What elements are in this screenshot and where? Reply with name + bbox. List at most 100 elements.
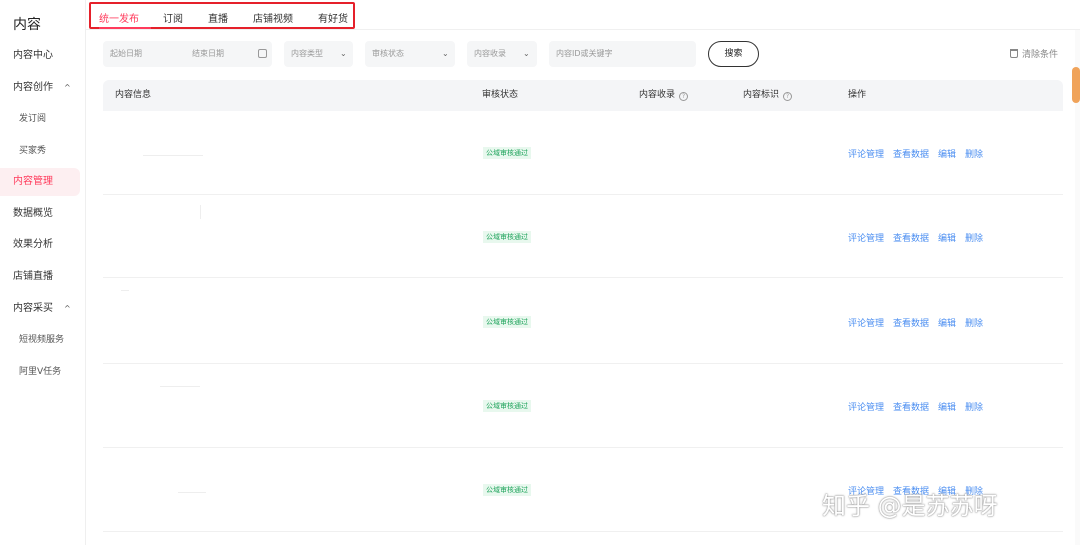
view-data-link[interactable]: 查看数据 [893,319,929,329]
column-label: 内容标识 [743,90,780,100]
sidebar-item-publish-subscription[interactable]: 发订阅 [0,105,80,133]
content-preview [143,155,203,156]
row-actions: 评论管理 查看数据 编辑 删除 [848,231,992,244]
review-status-select[interactable]: 审核状态 ⌄ [365,41,455,67]
content-collect-value: 内容收录 [474,49,506,58]
content-preview [160,386,200,387]
edit-link[interactable]: 编辑 [938,403,956,413]
edit-link[interactable]: 编辑 [938,319,956,329]
sidebar-item-effect-analysis[interactable]: 效果分析 [0,231,80,259]
column-content-collect: 内容收录? [639,80,689,111]
scrollbar-thumb[interactable] [1072,67,1080,103]
clear-filters-button[interactable]: 清除条件 [1010,47,1058,60]
sidebar-item-label: 阿里V任务 [19,367,62,377]
search-button[interactable]: 搜索 [708,41,759,67]
sidebar-item-label: 短视频服务 [19,335,65,345]
chevron-down-icon: ⌄ [340,49,347,58]
sidebar-item-store-live[interactable]: 店铺直播 [0,263,80,291]
status-badge: 公域审核通过 [483,400,531,412]
sidebar-item-content-creation[interactable]: 内容创作 ^ [0,74,80,102]
content-type-select[interactable]: 内容类型 ⌄ [284,41,353,67]
status-badge: 公域审核通过 [483,316,531,328]
sidebar-item-label: 买家秀 [19,146,47,156]
comment-manage-link[interactable]: 评论管理 [848,150,884,160]
date-range-picker[interactable]: 起始日期 结束日期 [103,41,272,67]
question-icon[interactable]: ? [679,92,689,101]
sidebar-item-label: 内容采买 [13,303,53,314]
tab-good-goods[interactable]: 有好货 [318,10,348,25]
tabs-divider [86,29,1080,30]
tab-live[interactable]: 直播 [208,10,228,25]
table-row: 公域审核通过 评论管理 查看数据 编辑 删除 [103,195,1063,278]
status-badge: 公域审核通过 [483,231,531,243]
scrollbar-track[interactable] [1075,30,1080,545]
clear-filters-label: 清除条件 [1022,50,1059,60]
app: 内容 内容中心 内容创作 ^ 发订阅 买家秀 内容管理 数据概览 效果分析 店铺… [0,0,1080,545]
comment-manage-link[interactable]: 评论管理 [848,403,884,413]
content-type-value: 内容类型 [291,49,323,58]
status-badge: 公域审核通过 [483,147,531,159]
tab-unified-publish[interactable]: 统一发布 [99,10,139,25]
end-date-field[interactable]: 结束日期 [192,41,224,67]
content-collect-select[interactable]: 内容收录 ⌄ [467,41,537,67]
sidebar-item-buyer-show[interactable]: 买家秀 [0,137,80,165]
question-icon[interactable]: ? [783,92,793,101]
active-tab-indicator [99,27,151,29]
edit-link[interactable]: 编辑 [938,234,956,244]
sidebar-item-label: 效果分析 [13,239,53,250]
edit-link[interactable]: 编辑 [938,150,956,160]
column-actions: 操作 [848,90,867,100]
view-data-link[interactable]: 查看数据 [893,403,929,413]
row-actions: 评论管理 查看数据 编辑 删除 [848,316,992,329]
comment-manage-link[interactable]: 评论管理 [848,319,884,329]
sidebar-item-content-management[interactable]: 内容管理 [0,168,80,196]
table-header: 内容信息 审核状态 内容收录? 内容标识? 操作 [103,80,1063,111]
sidebar-item-label: 内容管理 [13,176,53,187]
delete-link[interactable]: 删除 [965,403,983,413]
content-preview [200,205,201,219]
delete-link[interactable]: 删除 [965,319,983,329]
sidebar-item-content-purchase[interactable]: 内容采买 ^ [0,295,80,323]
chevron-down-icon: ⌄ [442,49,449,58]
watermark: 知乎 @是苏苏呀 [822,492,998,520]
tab-subscription[interactable]: 订阅 [163,10,183,25]
search-placeholder: 内容ID或关键字 [556,49,613,58]
table-row: 公域审核通过 评论管理 查看数据 编辑 删除 [103,111,1063,195]
sidebar-item-label: 店铺直播 [13,271,53,282]
column-content-mark: 内容标识? [743,80,793,111]
sidebar-item-short-video-service[interactable]: 短视频服务 [0,326,80,354]
content-preview [121,290,129,291]
view-data-link[interactable]: 查看数据 [893,234,929,244]
view-data-link[interactable]: 查看数据 [893,150,929,160]
sidebar: 内容 内容中心 内容创作 ^ 发订阅 买家秀 内容管理 数据概览 效果分析 店铺… [0,0,86,545]
sidebar-item-ali-v-task[interactable]: 阿里V任务 [0,358,80,386]
review-status-value: 审核状态 [372,49,404,58]
table-row: 公域审核通过 评论管理 查看数据 编辑 删除 [103,278,1063,364]
chevron-up-icon: ^ [64,304,71,313]
calendar-icon [258,49,267,58]
row-actions: 评论管理 查看数据 编辑 删除 [848,147,992,160]
sidebar-item-content-center[interactable]: 内容中心 [0,42,80,70]
table-row: 公域审核通过 评论管理 查看数据 编辑 删除 [103,364,1063,448]
sidebar-item-data-overview[interactable]: 数据概览 [0,200,80,228]
chevron-up-icon: ^ [64,83,71,92]
sidebar-item-label: 数据概览 [13,208,53,219]
column-content-info: 内容信息 [115,90,152,100]
keyword-search-input[interactable]: 内容ID或关键字 [549,41,696,67]
start-date-field[interactable]: 起始日期 [110,41,142,67]
content-preview [178,492,206,493]
chevron-down-icon: ⌄ [523,49,530,58]
tab-store-video[interactable]: 店铺视频 [253,10,293,25]
delete-link[interactable]: 删除 [965,150,983,160]
delete-link[interactable]: 删除 [965,234,983,244]
status-badge: 公域审核通过 [483,484,531,496]
column-review-status: 审核状态 [482,90,519,100]
sidebar-item-label: 发订阅 [19,114,47,124]
trash-icon [1010,49,1018,58]
sidebar-item-label: 内容创作 [13,82,53,93]
comment-manage-link[interactable]: 评论管理 [848,234,884,244]
row-actions: 评论管理 查看数据 编辑 删除 [848,400,992,413]
tab-bar: 统一发布 订阅 直播 店铺视频 有好货 [89,2,355,29]
column-label: 内容收录 [639,90,676,100]
sidebar-title: 内容 [13,17,41,33]
